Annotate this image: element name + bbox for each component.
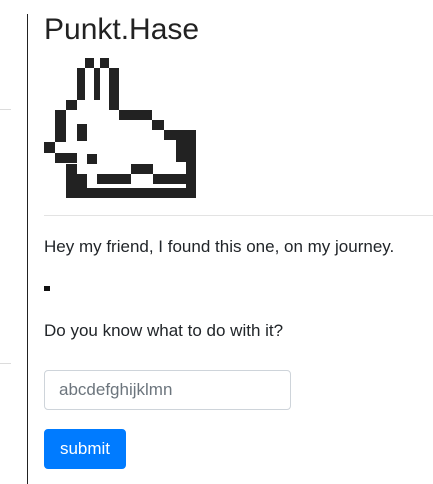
submit-button[interactable]: submit (44, 429, 126, 469)
intro-message: Hey my friend, I found this one, on my j… (44, 237, 395, 256)
left-panel-divider-top (0, 109, 11, 110)
page-title: Punkt.Hase (44, 13, 200, 46)
vertical-divider (27, 14, 28, 484)
left-panel-divider-bottom (0, 363, 11, 364)
question-text: Do you know what to do with it? (44, 321, 284, 340)
code-input[interactable] (44, 370, 291, 410)
small-black-square (44, 286, 50, 291)
section-divider (44, 215, 433, 216)
page: Punkt.Hase Hey my friend, I found this o… (0, 0, 433, 484)
pixel-bunny-icon (44, 58, 196, 198)
